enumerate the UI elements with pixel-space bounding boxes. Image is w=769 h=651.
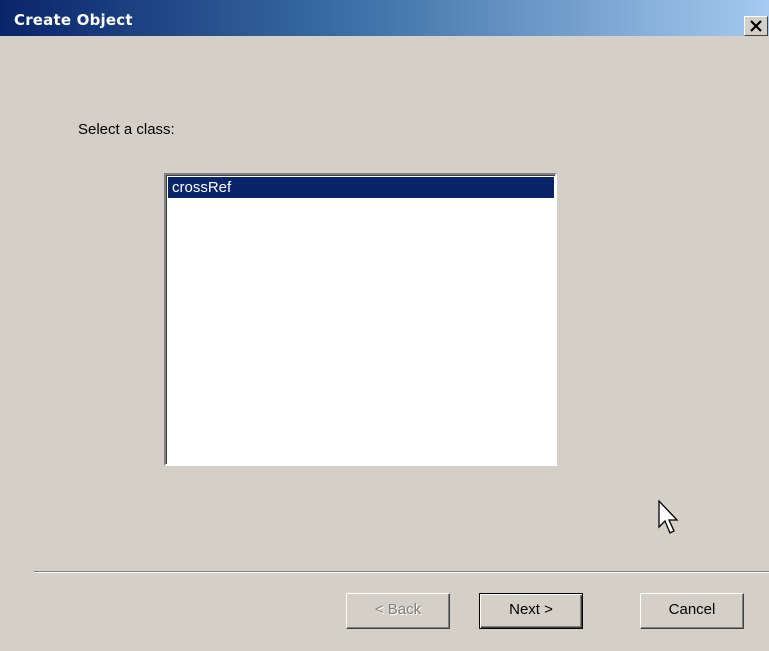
create-object-dialog: Create Object Select a class: crossRef <… [0,0,769,651]
mouse-pointer-icon [658,500,679,534]
cancel-button[interactable]: Cancel [640,593,744,629]
close-button[interactable] [744,16,768,36]
separator-line [34,571,769,573]
back-button[interactable]: < Back [346,593,450,629]
window-title: Create Object [14,11,133,29]
class-listbox[interactable]: crossRef [164,173,557,466]
title-bar[interactable]: Create Object [0,0,769,36]
list-item[interactable]: crossRef [168,177,554,198]
select-class-label: Select a class: [78,121,175,138]
close-icon [750,20,762,32]
next-button[interactable]: Next > [479,593,583,629]
